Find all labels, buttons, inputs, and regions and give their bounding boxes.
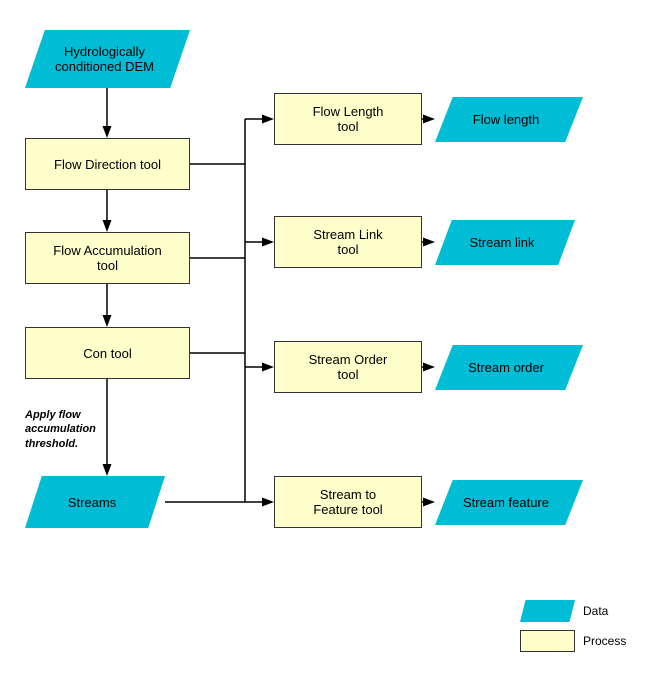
legend-data-label: Data: [583, 604, 608, 618]
flow-accumulation-node: Flow Accumulation tool: [25, 232, 190, 284]
annotation-text: Apply flow accumulation threshold.: [25, 408, 96, 451]
stream-order-tool-label: Stream Order tool: [309, 352, 388, 382]
hydro-dem-node: Hydrologically conditioned DEM: [25, 30, 190, 88]
flow-accumulation-label: Flow Accumulation tool: [53, 243, 161, 273]
flow-direction-node: Flow Direction tool: [25, 138, 190, 190]
stream-link-data-label: Stream link: [469, 235, 534, 250]
stream-feature-tool-label: Stream to Feature tool: [313, 487, 382, 517]
stream-link-tool-label: Stream Link tool: [313, 227, 382, 257]
stream-order-data-label: Stream order: [468, 360, 544, 375]
flow-length-data-node: Flow length: [435, 97, 583, 142]
stream-feature-data-label: Stream feature: [463, 495, 549, 510]
streams-node: Streams: [25, 476, 165, 528]
flow-length-tool-label: Flow Length tool: [313, 104, 384, 134]
legend-process-label: Process: [583, 634, 626, 648]
con-tool-label: Con tool: [83, 346, 131, 361]
legend-process-box: [520, 630, 575, 652]
legend-process: Process: [520, 630, 626, 652]
stream-order-tool-node: Stream Order tool: [274, 341, 422, 393]
flow-direction-label: Flow Direction tool: [54, 157, 161, 172]
legend-data: Data: [520, 600, 608, 622]
flow-length-tool-node: Flow Length tool: [274, 93, 422, 145]
hydro-dem-label: Hydrologically conditioned DEM: [55, 44, 154, 74]
stream-feature-data-node: Stream feature: [435, 480, 583, 525]
streams-label: Streams: [68, 495, 116, 510]
stream-order-data-node: Stream order: [435, 345, 583, 390]
diagram: Hydrologically conditioned DEM Flow Dire…: [0, 0, 650, 677]
stream-feature-tool-node: Stream to Feature tool: [274, 476, 422, 528]
annotation-label: Apply flow accumulation threshold.: [25, 409, 96, 450]
stream-link-tool-node: Stream Link tool: [274, 216, 422, 268]
legend-data-box: [520, 600, 575, 622]
stream-link-data-node: Stream link: [435, 220, 575, 265]
con-tool-node: Con tool: [25, 327, 190, 379]
flow-length-data-label: Flow length: [473, 112, 539, 127]
